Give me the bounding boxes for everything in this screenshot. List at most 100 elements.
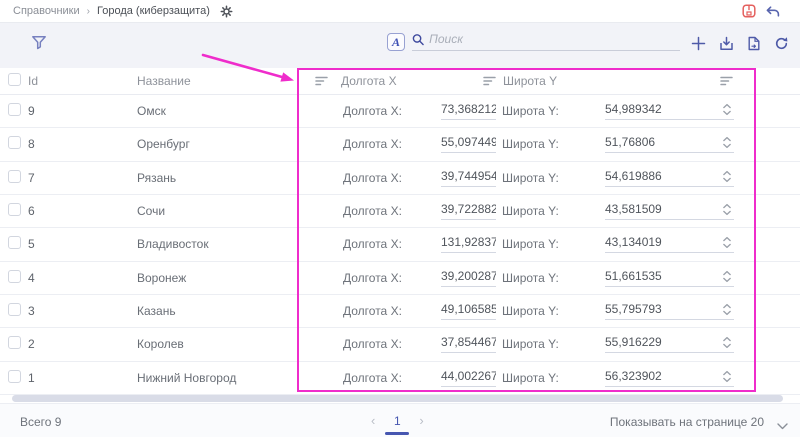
app-window: Справочники › Города (киберзащита) bbox=[0, 0, 800, 437]
latitude-field bbox=[605, 135, 734, 153]
filter-icon[interactable] bbox=[31, 35, 47, 50]
search-area: A bbox=[387, 32, 680, 51]
breadcrumb-separator: › bbox=[87, 6, 90, 17]
column-header-id[interactable]: Id bbox=[28, 74, 38, 88]
longitude-input[interactable] bbox=[441, 302, 496, 316]
longitude-input[interactable] bbox=[441, 369, 496, 383]
row-checkbox[interactable] bbox=[8, 370, 21, 386]
latitude-field bbox=[605, 302, 734, 320]
stepper-icon[interactable] bbox=[722, 203, 732, 219]
row-checkbox[interactable] bbox=[8, 303, 21, 319]
row-id: 4 bbox=[28, 271, 35, 285]
breadcrumb-item-cities[interactable]: Города (киберзащита) bbox=[97, 5, 210, 17]
pagination-page-1[interactable]: 1 bbox=[387, 414, 407, 428]
row-id: 5 bbox=[28, 237, 35, 251]
pagination-page-label: 1 bbox=[394, 414, 401, 428]
stepper-icon[interactable] bbox=[722, 236, 732, 252]
save-icon[interactable] bbox=[742, 4, 756, 18]
latitude-input[interactable] bbox=[605, 302, 705, 316]
gear-icon[interactable] bbox=[220, 5, 233, 18]
page-size-selector[interactable]: Показывать на странице 20 bbox=[610, 415, 764, 429]
chevron-down-icon[interactable] bbox=[777, 419, 788, 433]
longitude-label: Долгота X: bbox=[343, 271, 402, 285]
longitude-input[interactable] bbox=[441, 169, 496, 183]
latitude-label: Широта Y: bbox=[502, 371, 559, 385]
row-id: 8 bbox=[28, 137, 35, 151]
table-row: 7 Рязань Долгота X: Широта Y: bbox=[0, 162, 800, 195]
table-body: 9 Омск Долгота X: Широта Y: 8 Оренбург Д… bbox=[0, 95, 800, 395]
table-row: 1 Нижний Новгород Долгота X: Широта Y: bbox=[0, 362, 800, 395]
sort-icon[interactable] bbox=[483, 76, 497, 87]
row-checkbox[interactable] bbox=[8, 170, 21, 186]
longitude-input[interactable] bbox=[441, 135, 496, 149]
stepper-icon[interactable] bbox=[722, 170, 732, 186]
stepper-icon[interactable] bbox=[722, 136, 732, 152]
row-checkbox[interactable] bbox=[8, 270, 21, 286]
longitude-input[interactable] bbox=[441, 335, 496, 349]
longitude-input[interactable] bbox=[441, 269, 496, 283]
attribute-search-toggle[interactable]: A bbox=[387, 33, 405, 51]
search-field bbox=[412, 32, 680, 51]
latitude-field bbox=[605, 369, 734, 387]
latitude-label: Широта Y: bbox=[502, 337, 559, 351]
total-count: Всего 9 bbox=[20, 415, 61, 429]
search-input[interactable] bbox=[429, 32, 680, 46]
stepper-icon[interactable] bbox=[722, 370, 732, 386]
pagination-prev[interactable]: ‹ bbox=[371, 413, 375, 428]
latitude-input[interactable] bbox=[605, 235, 705, 249]
latitude-input[interactable] bbox=[605, 169, 705, 183]
longitude-input[interactable] bbox=[441, 202, 496, 216]
latitude-input[interactable] bbox=[605, 269, 705, 283]
add-icon[interactable] bbox=[691, 36, 706, 51]
latitude-label: Широта Y: bbox=[502, 271, 559, 285]
longitude-label: Долгота X: bbox=[343, 371, 402, 385]
download-icon[interactable] bbox=[719, 36, 734, 51]
undo-icon[interactable] bbox=[765, 5, 780, 18]
stepper-icon[interactable] bbox=[722, 303, 732, 319]
select-all-checkbox[interactable] bbox=[8, 73, 21, 89]
longitude-input[interactable] bbox=[441, 235, 496, 249]
stepper-icon[interactable] bbox=[722, 103, 732, 119]
latitude-input[interactable] bbox=[605, 202, 705, 216]
pagination-next[interactable]: › bbox=[419, 413, 423, 428]
stepper-icon[interactable] bbox=[722, 270, 732, 286]
row-id: 1 bbox=[28, 371, 35, 385]
longitude-field bbox=[441, 235, 496, 253]
longitude-field bbox=[441, 102, 496, 120]
latitude-input[interactable] bbox=[605, 135, 705, 149]
sort-icon[interactable] bbox=[315, 76, 329, 87]
export-file-icon[interactable] bbox=[747, 36, 761, 51]
latitude-label: Широта Y: bbox=[502, 204, 559, 218]
column-header-longitude[interactable]: Долгота X bbox=[341, 74, 397, 88]
row-checkbox[interactable] bbox=[8, 336, 21, 352]
stepper-icon[interactable] bbox=[722, 336, 732, 352]
latitude-input[interactable] bbox=[605, 335, 705, 349]
breadcrumb-bar: Справочники › Города (киберзащита) bbox=[0, 0, 800, 23]
table-row: 5 Владивосток Долгота X: Широта Y: bbox=[0, 228, 800, 261]
latitude-field bbox=[605, 202, 734, 220]
latitude-field bbox=[605, 235, 734, 253]
row-checkbox[interactable] bbox=[8, 236, 21, 252]
sort-icon[interactable] bbox=[720, 76, 734, 87]
latitude-input[interactable] bbox=[605, 102, 705, 116]
longitude-field bbox=[441, 169, 496, 187]
latitude-input[interactable] bbox=[605, 369, 705, 383]
table-row: 8 Оренбург Долгота X: Широта Y: bbox=[0, 128, 800, 161]
latitude-field bbox=[605, 335, 734, 353]
latitude-label: Широта Y: bbox=[502, 237, 559, 251]
column-header-name[interactable]: Название bbox=[137, 74, 191, 88]
longitude-field bbox=[441, 135, 496, 153]
toolbar-actions bbox=[691, 36, 789, 51]
row-id: 6 bbox=[28, 204, 35, 218]
horizontal-scrollbar[interactable] bbox=[12, 395, 783, 402]
breadcrumb-item-directories[interactable]: Справочники bbox=[13, 5, 80, 17]
row-checkbox[interactable] bbox=[8, 136, 21, 152]
latitude-label: Широта Y: bbox=[502, 104, 559, 118]
row-checkbox[interactable] bbox=[8, 103, 21, 119]
row-checkbox[interactable] bbox=[8, 203, 21, 219]
table-row: 3 Казань Долгота X: Широта Y: bbox=[0, 295, 800, 328]
column-header-latitude[interactable]: Широта Y bbox=[503, 74, 557, 88]
topbar-actions bbox=[742, 4, 780, 18]
longitude-input[interactable] bbox=[441, 102, 496, 116]
refresh-icon[interactable] bbox=[774, 36, 789, 51]
